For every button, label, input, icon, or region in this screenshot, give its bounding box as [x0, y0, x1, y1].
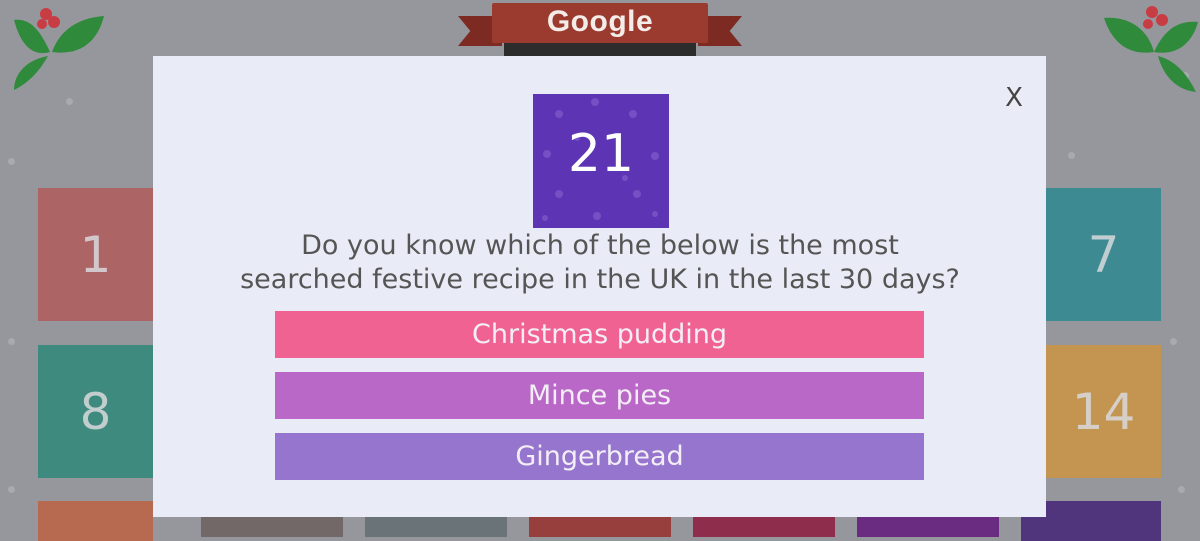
- calendar-tile-bottom[interactable]: [857, 517, 999, 537]
- day-number: 21: [567, 124, 635, 184]
- calendar-tile-bottom[interactable]: [365, 517, 507, 537]
- header-banner: Google: [492, 3, 708, 43]
- tile-number: 1: [79, 225, 112, 284]
- holly-left-icon: [14, 8, 104, 90]
- calendar-tile-bottom[interactable]: [201, 517, 343, 537]
- answer-button-mince-pies[interactable]: Mince pies: [275, 372, 924, 419]
- calendar-tile-bottom[interactable]: [693, 517, 835, 537]
- calendar-tile-1[interactable]: 1: [38, 188, 153, 321]
- close-button[interactable]: X: [1000, 84, 1028, 112]
- holly-right-icon: [1104, 6, 1198, 92]
- calendar-tile-8[interactable]: 8: [38, 345, 153, 478]
- answer-button-gingerbread[interactable]: Gingerbread: [275, 433, 924, 480]
- calendar-tile-bottom[interactable]: [38, 501, 153, 541]
- calendar-tile-7[interactable]: 7: [1046, 188, 1161, 321]
- tile-number: 14: [1071, 382, 1136, 441]
- tile-number: 8: [79, 382, 112, 441]
- quiz-question: Do you know which of the below is the mo…: [240, 230, 960, 295]
- day-tile: 21: [533, 94, 669, 228]
- answer-button-christmas-pudding[interactable]: Christmas pudding: [275, 311, 924, 358]
- page-title: Google: [546, 5, 654, 38]
- calendar-tile-14[interactable]: 14: [1046, 345, 1161, 478]
- tile-number: 7: [1087, 225, 1120, 284]
- calendar-tile-bottom[interactable]: [529, 517, 671, 537]
